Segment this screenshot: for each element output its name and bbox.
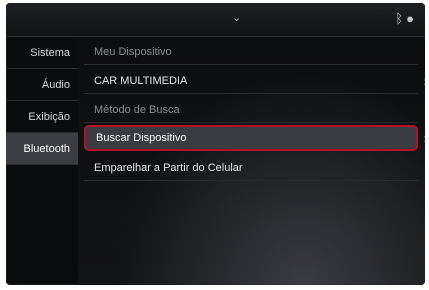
- section-header-my-device: Meu Dispositivo: [84, 39, 418, 65]
- sidebar-item-label: Exibição: [28, 110, 70, 123]
- pair-from-phone-button[interactable]: Emparelhar a Partir do Celular: [84, 155, 418, 181]
- bluetooth-settings-panel: Meu Dispositivo CAR MULTIMEDIA › Método …: [78, 37, 425, 285]
- top-bar: ⌄ ᛒ●: [6, 3, 425, 37]
- sidebar-item-label: Bluetooth: [23, 142, 70, 155]
- bluetooth-icon: ᛒ: [395, 11, 407, 26]
- search-device-button[interactable]: Buscar Dispositivo ›: [84, 125, 425, 151]
- infotainment-screen: ⌄ ᛒ● Sistema Áudio Exibição Bluetooth Me…: [6, 3, 425, 285]
- sidebar-item-audio[interactable]: Áudio: [6, 69, 78, 101]
- sidebar-item-exibicao[interactable]: Exibição: [6, 101, 78, 133]
- sidebar-item-label: Áudio: [41, 78, 70, 91]
- device-row-car-multimedia[interactable]: CAR MULTIMEDIA ›: [84, 68, 425, 94]
- section-header-search-method: Método de Busca: [84, 97, 418, 123]
- chevron-down-icon[interactable]: ⌄: [232, 11, 241, 24]
- sidebar-item-sistema[interactable]: Sistema: [6, 37, 78, 69]
- settings-sidebar: Sistema Áudio Exibição Bluetooth: [6, 37, 78, 285]
- status-dot-icon: ●: [406, 11, 417, 26]
- status-icons: ᛒ●: [395, 11, 417, 26]
- chevron-right-icon: ›: [423, 74, 425, 88]
- chevron-right-icon: ›: [423, 131, 425, 145]
- sidebar-item-label: Sistema: [30, 46, 70, 59]
- sidebar-item-bluetooth[interactable]: Bluetooth: [6, 133, 78, 165]
